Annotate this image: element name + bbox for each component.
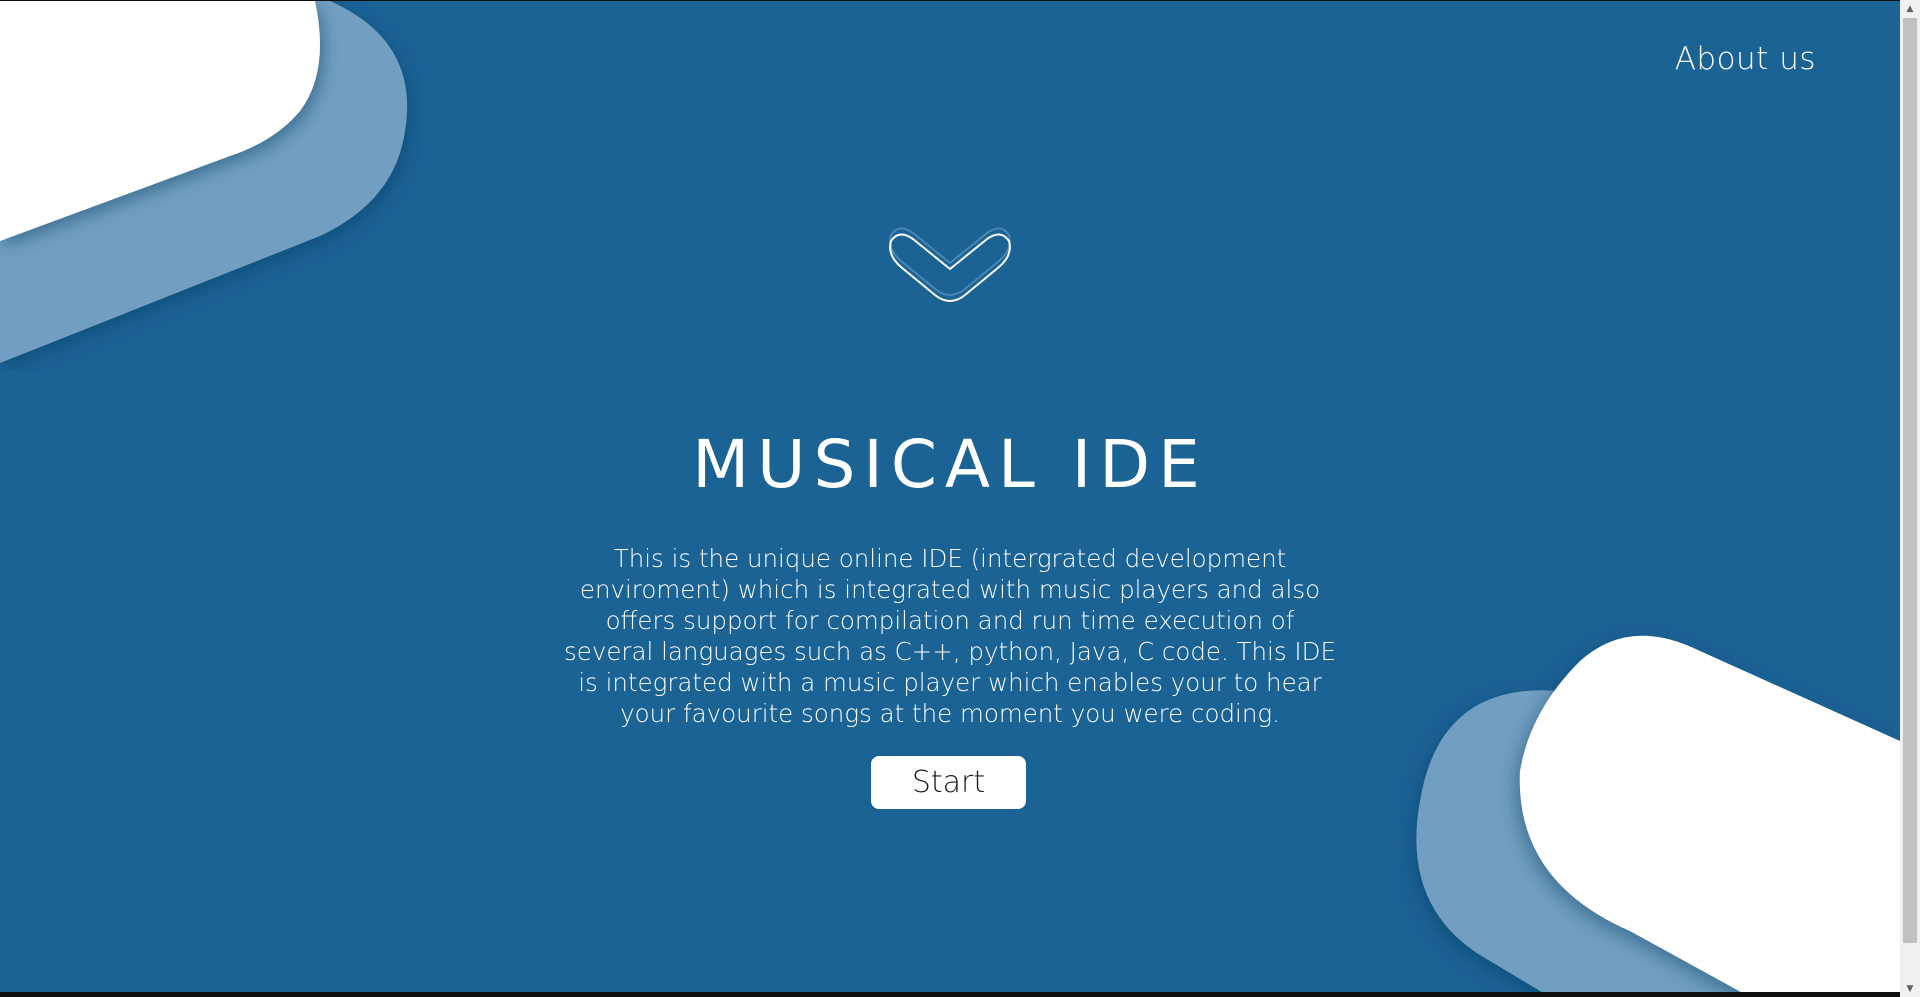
scroll-down-arrow-icon[interactable]: ▼	[1900, 980, 1920, 997]
hero-description: This is the unique online IDE (intergrat…	[564, 544, 1336, 728]
decorative-blob-top-left	[0, 1, 420, 371]
page-title-text: MUSICAL IDE	[692, 429, 1208, 495]
vertical-scrollbar[interactable]: ▲ ▼	[1900, 0, 1920, 997]
page-title: MUSICAL IDE	[0, 429, 1900, 503]
scrollbar-thumb[interactable]	[1903, 18, 1917, 943]
chevron-down-icon[interactable]	[883, 219, 1017, 305]
about-us-link[interactable]: About us	[1675, 41, 1816, 77]
scroll-up-arrow-icon[interactable]: ▲	[1900, 0, 1920, 17]
decorative-blob-bottom-right	[1400, 621, 1900, 995]
bottom-edge	[0, 992, 1900, 995]
start-button[interactable]: Start	[871, 756, 1026, 809]
landing-page: About us MUSICAL IDE This is the unique …	[0, 1, 1900, 995]
